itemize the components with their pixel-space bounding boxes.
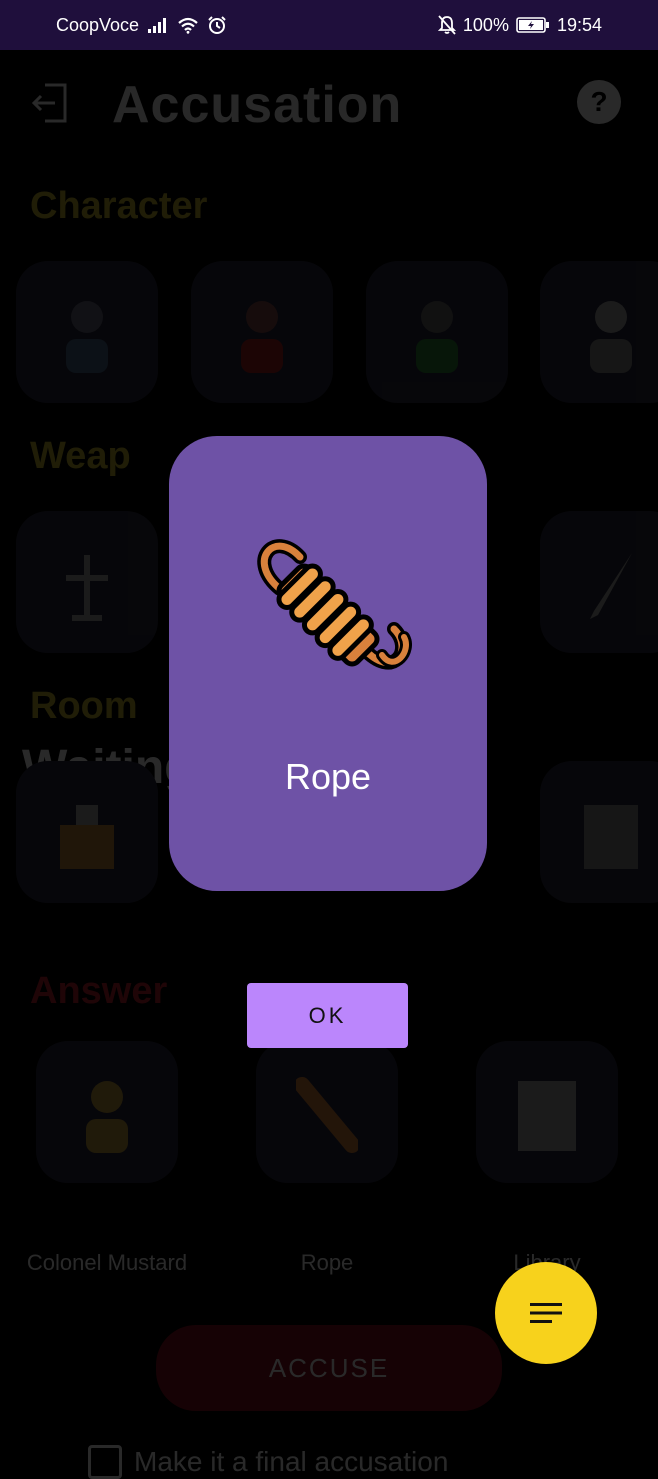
section-room: Room <box>30 685 138 727</box>
character-icon <box>590 301 632 373</box>
room-tile[interactable] <box>540 761 658 903</box>
signal-icon <box>148 18 167 33</box>
battery-percent: 100% <box>462 14 509 35</box>
answer-character-tile <box>36 1041 178 1183</box>
final-accusation-checkbox[interactable] <box>88 1445 122 1479</box>
final-accusation-label: Make it a final accusation <box>134 1446 449 1477</box>
character-tile[interactable] <box>366 261 508 403</box>
menu-fab[interactable] <box>495 1262 597 1364</box>
bell-off-icon <box>437 15 456 35</box>
wifi-icon <box>178 17 198 34</box>
card-dialog: Rope <box>169 436 487 891</box>
character-tile[interactable] <box>540 261 658 403</box>
section-answer: Answer <box>30 970 168 1012</box>
final-accusation-row[interactable]: Make it a final accusation <box>88 1445 448 1479</box>
weapon-tile[interactable] <box>16 511 158 653</box>
ok-button[interactable]: OK <box>247 983 408 1048</box>
section-weapon: Weap <box>30 435 131 477</box>
clock: 19:54 <box>556 14 602 35</box>
answer-character-label: Colonel Mustard <box>26 1250 188 1275</box>
room-icon <box>60 805 114 869</box>
answer-weapon-tile <box>256 1041 398 1183</box>
exit-icon[interactable] <box>31 81 71 125</box>
status-left: CoopVoce <box>56 15 227 36</box>
status-right: 100% 19:54 <box>437 14 602 36</box>
app-header: Accusation ? <box>0 75 658 134</box>
character-icon <box>416 301 458 373</box>
accuse-button[interactable]: ACCUSE <box>156 1325 502 1411</box>
character-icon <box>66 301 108 373</box>
character-icon <box>86 1081 128 1153</box>
carrier-name: CoopVoce <box>56 14 140 35</box>
answer-weapon-label: Rope <box>300 1250 354 1275</box>
library-icon <box>518 1081 576 1151</box>
alarm-icon <box>208 16 226 34</box>
dagger-icon <box>590 553 632 619</box>
page-title: Accusation <box>112 76 403 134</box>
character-icon <box>241 301 283 373</box>
section-character: Character <box>30 185 208 227</box>
card-title: Rope <box>284 756 372 797</box>
character-tile[interactable] <box>191 261 333 403</box>
menu-icon <box>530 1303 562 1323</box>
rope-icon <box>257 539 412 670</box>
status-bar: CoopVoce 100% 19:54 <box>0 0 658 50</box>
candlestick-icon <box>66 555 108 621</box>
character-tile[interactable] <box>16 261 158 403</box>
room-tile[interactable] <box>16 761 158 903</box>
answer-room-tile <box>476 1041 618 1183</box>
weapon-tile[interactable] <box>540 511 658 653</box>
help-icon[interactable]: ? <box>576 79 622 125</box>
battery-icon <box>516 17 549 33</box>
room-icon <box>584 805 638 869</box>
rope-icon <box>296 1077 358 1153</box>
svg-text:?: ? <box>590 86 607 117</box>
